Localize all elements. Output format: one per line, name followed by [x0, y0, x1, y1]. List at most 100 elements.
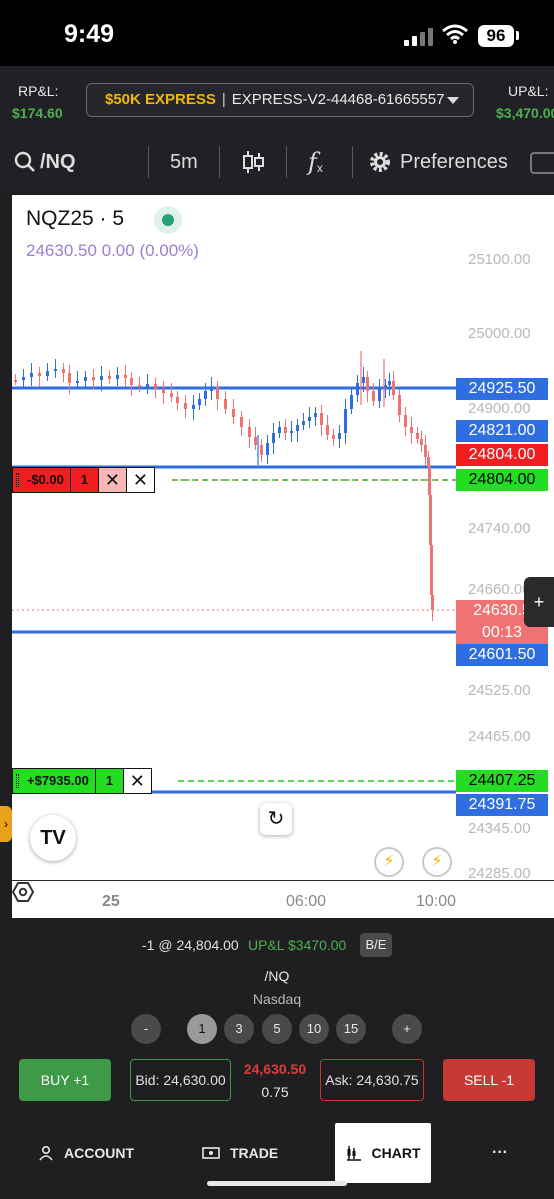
- toolbar-divider: [352, 146, 353, 178]
- nav-chart-label: CHART: [371, 1145, 421, 1161]
- battery-indicator: 96: [478, 25, 514, 47]
- position-price-tag[interactable]: 24804.00: [456, 469, 548, 491]
- right-panel-toggle[interactable]: +: [524, 577, 554, 627]
- close-position-button[interactable]: ✕: [97, 468, 126, 492]
- qty-option-3[interactable]: 3: [224, 1014, 254, 1044]
- price-axis-label: 24525.00: [468, 682, 531, 699]
- lightning-icon[interactable]: ⚡: [422, 847, 452, 877]
- position-order-line[interactable]: -$0.00 1 ✕ ✕: [12, 467, 155, 493]
- chevron-down-icon: [447, 97, 459, 104]
- candle-body: [92, 377, 95, 380]
- candle-body: [232, 409, 235, 417]
- qty-option-10[interactable]: 10: [299, 1014, 329, 1044]
- ask-button[interactable]: Ask: 24,630.75: [320, 1059, 424, 1101]
- nav-account[interactable]: ACCOUNT: [38, 1123, 134, 1183]
- toolbar-divider: [148, 146, 149, 178]
- lightning-icon[interactable]: ⚡: [374, 847, 404, 877]
- preferences-label: Preferences: [400, 150, 508, 173]
- symbol-label: /NQ: [40, 150, 76, 173]
- plan-name: $50K EXPRESS: [105, 91, 216, 108]
- account-selector[interactable]: $50K EXPRESS | EXPRESS-V2-44468-61665557: [86, 83, 474, 117]
- interval-button[interactable]: 5m: [170, 132, 198, 192]
- reset-chart-button[interactable]: ↻: [260, 803, 292, 835]
- toolbar-divider: [219, 146, 220, 178]
- symbol-search-button[interactable]: /NQ: [14, 132, 76, 192]
- candle-body: [138, 385, 141, 387]
- qty-decrease-button[interactable]: -: [131, 1014, 161, 1044]
- candle-body: [350, 395, 353, 409]
- position-upl: UP&L $3470.00: [248, 937, 347, 953]
- candle-body: [198, 399, 201, 405]
- qty-option-5[interactable]: 5: [262, 1014, 292, 1044]
- candle-body: [100, 376, 103, 380]
- candle-body: [130, 378, 133, 385]
- clock: 9:49: [64, 20, 115, 48]
- candle-body: [124, 375, 127, 378]
- preferences-button[interactable]: Preferences: [368, 132, 508, 192]
- level-price-tag[interactable]: 24925.50: [456, 378, 548, 400]
- candlestick-icon: [346, 1146, 361, 1161]
- candlestick-icon: [243, 151, 264, 173]
- price-axis-label: 24465.00: [468, 728, 531, 745]
- candle-body: [210, 387, 213, 391]
- candle-body: [302, 421, 305, 425]
- bid-button[interactable]: Bid: 24,630.00: [130, 1059, 231, 1101]
- candle-body: [162, 389, 165, 393]
- market-status-icon: [154, 206, 182, 234]
- buy-button[interactable]: BUY +1: [19, 1059, 111, 1101]
- breakeven-button[interactable]: B/E: [360, 933, 392, 957]
- realized-pnl-label: RP&L:: [18, 83, 59, 99]
- chart-settings-icon[interactable]: [12, 881, 34, 903]
- time-axis-label: 06:00: [286, 893, 327, 910]
- battery-nub: [516, 31, 519, 40]
- left-panel-toggle[interactable]: ›: [0, 806, 12, 842]
- cancel-target-button[interactable]: ✕: [122, 769, 151, 793]
- candle-body: [224, 399, 227, 409]
- candle-body: [362, 377, 365, 383]
- candle-body: [14, 380, 17, 382]
- candle-body: [154, 384, 157, 389]
- time-axis: 25 06:00 10:00: [12, 880, 554, 918]
- bottom-nav: ACCOUNT TRADE CHART ···: [0, 1123, 554, 1199]
- position-fill: -1 @ 24,804.00: [142, 937, 239, 953]
- position-pnl: -$0.00: [13, 468, 70, 492]
- price-axis-label: 25000.00: [468, 325, 531, 342]
- candle-body: [22, 377, 25, 380]
- status-bar: 9:49 96: [0, 0, 554, 66]
- candle-body: [392, 381, 395, 395]
- spread-value: 0.75: [261, 1084, 289, 1100]
- candle-body: [240, 417, 243, 427]
- candle-body: [170, 393, 173, 397]
- candle-body: [46, 371, 49, 376]
- indicators-button[interactable]: fx: [308, 132, 323, 192]
- chart-type-button[interactable]: [242, 132, 264, 192]
- last-price: 24,630.50: [243, 1061, 307, 1077]
- candle-body: [424, 445, 427, 457]
- chart-panel[interactable]: NQZ25 · 5 24630.50 0.00 (0.00%) 25100.00…: [12, 195, 554, 918]
- level-price-tag[interactable]: 24821.00: [456, 420, 548, 442]
- tradingview-logo[interactable]: TV: [30, 815, 76, 861]
- target-order-line[interactable]: +$7935.00 1 ✕: [12, 768, 152, 794]
- sell-button[interactable]: SELL -1: [443, 1059, 535, 1101]
- more-tools-button[interactable]: [530, 152, 554, 174]
- level-price-tag[interactable]: 24601.50: [456, 644, 548, 666]
- candle-body: [216, 387, 219, 399]
- qty-option-15[interactable]: 15: [336, 1014, 366, 1044]
- candle-body: [404, 415, 407, 427]
- nav-chart[interactable]: CHART: [335, 1123, 431, 1183]
- candle-body: [248, 427, 251, 437]
- position-qty: 1: [69, 468, 98, 492]
- candle-body: [116, 375, 119, 379]
- qty-increase-button[interactable]: +: [392, 1014, 422, 1044]
- candle-body: [68, 373, 71, 383]
- target-pnl: +$7935.00: [13, 769, 95, 793]
- candle-body: [84, 377, 87, 381]
- nav-more-button[interactable]: ···: [492, 1123, 508, 1183]
- target-price-tag[interactable]: 24407.25: [456, 770, 548, 792]
- candle-body: [296, 425, 299, 431]
- qty-option-1[interactable]: 1: [187, 1014, 217, 1044]
- level-price-tag[interactable]: 24391.75: [456, 794, 548, 816]
- search-icon: [14, 151, 35, 172]
- nav-trade[interactable]: TRADE: [202, 1123, 278, 1183]
- cancel-order-button[interactable]: ✕: [125, 468, 154, 492]
